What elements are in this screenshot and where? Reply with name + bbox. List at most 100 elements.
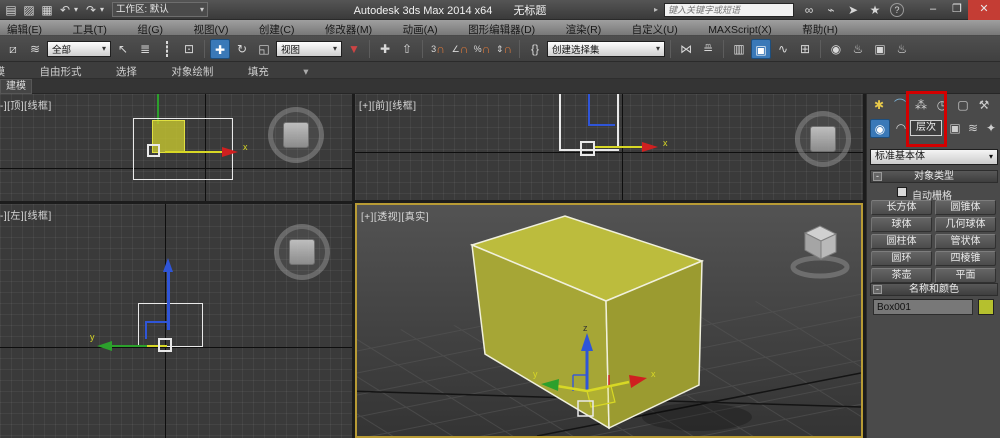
primitive-geosphere-button[interactable]: 几何球体 (935, 217, 996, 232)
viewcube[interactable] (795, 111, 851, 167)
angle-snap-icon[interactable]: ∠∩ (450, 39, 470, 59)
percent-snap-icon[interactable]: %∩ (472, 39, 492, 59)
primitive-category-dropdown[interactable]: 标准基本体 ▾ (870, 149, 998, 165)
primitive-plane-button[interactable]: 平面 (935, 268, 996, 283)
viewport-front-label[interactable]: [+][前][线框] (359, 97, 417, 112)
selection-region-icon[interactable] (157, 39, 177, 59)
object-color-swatch[interactable] (978, 299, 994, 315)
ribbon-tab-selection[interactable]: 选择 (116, 64, 137, 78)
chevron-down-icon: ▾ (332, 44, 337, 53)
ribbon-tab-object-paint[interactable]: 对象绘制 (171, 64, 213, 78)
render-setup-icon[interactable]: ♨ (848, 39, 868, 59)
material-editor-icon[interactable]: ◉ (826, 39, 846, 59)
align-icon[interactable]: ≞ (698, 39, 718, 59)
bind-spacewarp-icon[interactable]: ≋ (25, 39, 45, 59)
select-scale-icon[interactable]: ◱ (254, 39, 274, 59)
viewport-left[interactable]: -][左][线框] y (0, 204, 352, 438)
primitive-box-button[interactable]: 长方体 (871, 200, 932, 215)
snap-toggle-icon[interactable]: 3∩ (428, 39, 448, 59)
pivot-handle[interactable] (147, 144, 160, 157)
autogrid-checkbox[interactable] (897, 187, 907, 197)
window-crossing-icon[interactable]: ⊡ (179, 39, 199, 59)
display-tab-icon[interactable]: ▢ (953, 96, 973, 115)
mirror-icon[interactable]: ⋈ (676, 39, 696, 59)
geometry-category-icon[interactable]: ◉ (870, 119, 890, 138)
viewport-perspective[interactable]: [+][透视][真实] z y x (355, 203, 863, 438)
spinner-snap-icon[interactable]: ⇕∩ (494, 39, 514, 59)
use-center-icon[interactable]: ▼ (344, 39, 364, 59)
maximize-button[interactable]: ❐ (946, 0, 968, 20)
spacewarps-category-icon[interactable]: ≋ (963, 119, 983, 138)
primitive-sphere-button[interactable]: 球体 (871, 217, 932, 232)
viewcube[interactable] (274, 224, 330, 280)
keyboard-override-icon[interactable]: ⇧ (397, 39, 417, 59)
key-icon[interactable]: ⌁ (822, 1, 840, 19)
primitive-pyramid-button[interactable]: 四棱锥 (935, 251, 996, 266)
viewport-perspective-label[interactable]: [+][透视][真实] (361, 208, 429, 223)
primitive-torus-button[interactable]: 圆环 (871, 251, 932, 266)
primitive-cone-button[interactable]: 圆锥体 (935, 200, 996, 215)
viewport-top-label[interactable]: -][顶][线框] (0, 97, 52, 112)
curve-editor-icon[interactable]: ∿ (773, 39, 793, 59)
schematic-view-icon[interactable]: ⊞ (795, 39, 815, 59)
systems-category-icon[interactable]: ✦ (981, 119, 1000, 138)
selection-filter-dropdown[interactable]: 全部 ▾ (47, 40, 111, 57)
collapse-icon[interactable]: - (873, 285, 882, 294)
select-by-name-icon[interactable]: ≣ (135, 39, 155, 59)
search-icon[interactable]: ∞ (800, 1, 818, 19)
viewport-left-label[interactable]: -][左][线框] (0, 207, 52, 222)
x-axis-gizmo[interactable] (165, 151, 222, 153)
ribbon-tab-populate[interactable]: 填充 (248, 64, 269, 78)
search-input[interactable] (664, 3, 794, 17)
layers-icon[interactable]: ▥ (729, 39, 749, 59)
undo-caret-icon[interactable]: ▾ (72, 1, 80, 19)
named-selection-dropdown[interactable]: 创建选择集 ▾ (547, 40, 665, 57)
cameras-category-icon[interactable]: ▣ (945, 119, 965, 138)
open-file-icon[interactable]: ▨ (20, 1, 38, 19)
workspace-dropdown[interactable]: 工作区: 默认 ▾ (112, 2, 208, 17)
search-expand-icon[interactable]: ▸ (652, 1, 660, 19)
y-axis-gizmo[interactable] (112, 345, 147, 347)
redo-caret-icon[interactable]: ▾ (98, 1, 106, 19)
close-button[interactable]: ✕ (968, 0, 1000, 20)
title-bar: ▤ ▨ ▦ ↶ ▾ ↷ ▾ 工作区: 默认 ▾ Autodesk 3ds Max… (0, 0, 1000, 20)
select-object-icon[interactable]: ↖ (113, 39, 133, 59)
viewport-front[interactable]: [+][前][线框] x (355, 94, 863, 200)
pivot-handle[interactable] (580, 141, 595, 156)
layer-manager-icon[interactable]: ▣ (751, 38, 771, 59)
save-icon[interactable]: ▦ (38, 1, 56, 19)
favorites-icon[interactable]: ★ (866, 1, 884, 19)
select-rotate-icon[interactable]: ↻ (232, 39, 252, 59)
viewport-top[interactable]: -][顶][线框] x (0, 94, 352, 201)
ribbon-tab-freeform[interactable]: 自由形式 (39, 64, 81, 78)
primitive-cylinder-button[interactable]: 圆柱体 (871, 234, 932, 249)
command-panel: ✱ ⌒ ⁂ ◷ ▢ ⚒ ◉ ◠ ▣ ≋ ✦ 层次 标准基本体 ▾ - 对象类型 … (866, 91, 1000, 438)
edit-named-sets-icon[interactable]: {} (525, 39, 545, 59)
collapse-icon[interactable]: - (873, 172, 882, 181)
utilities-tab-icon[interactable]: ⚒ (974, 96, 994, 115)
chevron-down-icon: ▾ (101, 44, 106, 53)
help-icon[interactable]: ? (890, 3, 904, 17)
x-axis-gizmo[interactable] (595, 146, 642, 148)
minimize-button[interactable]: – (922, 0, 944, 20)
new-file-icon[interactable]: ▤ (2, 1, 20, 19)
object-type-rollout[interactable]: - 对象类型 (870, 170, 998, 183)
ribbon-tab-modeling[interactable]: 建模 (0, 64, 5, 78)
render-production-icon[interactable]: ♨ (892, 39, 912, 59)
object-name-field[interactable] (873, 299, 973, 315)
primitive-tube-button[interactable]: 管状体 (935, 234, 996, 249)
select-manipulate-icon[interactable]: ✚ (375, 39, 395, 59)
pivot-handle[interactable] (158, 338, 172, 352)
select-move-icon[interactable]: ✚ (210, 38, 230, 59)
create-tab-icon[interactable]: ✱ (869, 96, 889, 115)
ribbon-collapse-icon[interactable]: ▾ (303, 64, 308, 78)
name-color-rollout[interactable]: - 名称和颜色 (870, 283, 998, 296)
viewcube[interactable] (268, 107, 324, 163)
reference-coordinate-dropdown[interactable]: 视图 ▾ (276, 40, 342, 57)
primitive-teapot-button[interactable]: 茶壶 (871, 268, 932, 283)
z-axis-gizmo (588, 94, 590, 125)
rendered-frame-icon[interactable]: ▣ (870, 39, 890, 59)
select-link-icon[interactable]: ⧄ (3, 39, 23, 59)
ribbon-panel-tab-modeling[interactable]: 建模 (0, 79, 32, 94)
send-icon[interactable]: ➤ (844, 1, 862, 19)
